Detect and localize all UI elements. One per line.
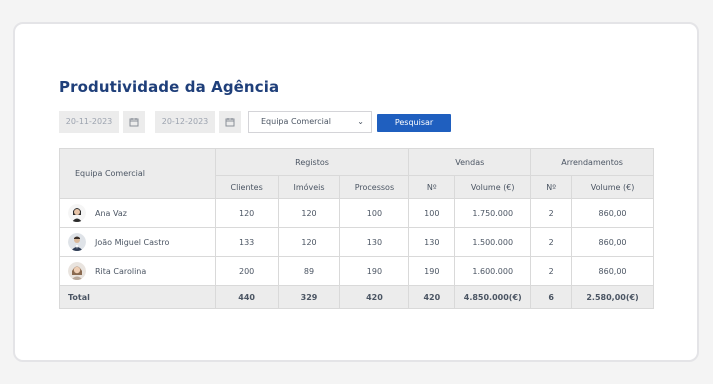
- cell: 2: [530, 256, 573, 286]
- cell: 1.500.000: [454, 227, 532, 257]
- cell: 860,00: [571, 256, 654, 286]
- cell: 2: [530, 198, 573, 228]
- total-cell: 329: [277, 285, 341, 309]
- group-header-vendas: Vendas: [408, 148, 532, 176]
- group-header-arrendamentos: Arrendamentos: [530, 148, 654, 176]
- date-from-field[interactable]: 20-11-2023: [59, 111, 119, 133]
- cell: 89: [277, 256, 341, 286]
- total-cell: 4.850.000(€): [454, 285, 532, 309]
- cell: 133: [214, 227, 279, 257]
- search-button[interactable]: Pesquisar: [377, 114, 451, 132]
- cell: 1.600.000: [454, 256, 532, 286]
- cell: 120: [277, 227, 341, 257]
- productivity-table: Equipa Comercial Registos Vendas Arrenda…: [59, 148, 654, 309]
- team-select-value: Equipa Comercial: [261, 117, 332, 126]
- total-cell: 420: [339, 285, 410, 309]
- member-cell: Rita Carolina: [59, 256, 216, 286]
- member-cell: João Miguel Castro: [59, 227, 216, 257]
- cell: 190: [408, 256, 456, 286]
- total-cell: 440: [214, 285, 279, 309]
- cell: 120: [277, 198, 341, 228]
- cell: 860,00: [571, 198, 654, 228]
- cell: 190: [339, 256, 410, 286]
- subheader-imoveis: Imóveis: [277, 175, 341, 199]
- avatar: [68, 262, 86, 280]
- cell: 130: [339, 227, 410, 257]
- calendar-icon[interactable]: [219, 111, 241, 133]
- page-title: Produtividade da Agência: [59, 78, 280, 96]
- member-cell: Ana Vaz: [59, 198, 216, 228]
- chevron-down-icon: ⌄: [357, 117, 364, 126]
- table-row: Rita Carolina 200 89 190 190 1.600.000 2…: [59, 256, 654, 286]
- date-to-field[interactable]: 20-12-2023: [155, 111, 215, 133]
- table-row: João Miguel Castro 133 120 130 130 1.500…: [59, 227, 654, 257]
- total-cell: 420: [408, 285, 456, 309]
- cell: 100: [339, 198, 410, 228]
- cell: 860,00: [571, 227, 654, 257]
- total-cell: 6: [530, 285, 573, 309]
- total-label: Total: [59, 285, 216, 309]
- member-name: João Miguel Castro: [95, 237, 170, 247]
- cell: 200: [214, 256, 279, 286]
- col-team-header: Equipa Comercial: [59, 148, 216, 199]
- subheader-arrend-num: Nº: [530, 175, 573, 199]
- avatar: [68, 233, 86, 251]
- member-name: Rita Carolina: [95, 266, 147, 276]
- team-select[interactable]: Equipa Comercial ⌄: [248, 111, 372, 133]
- cell: 130: [408, 227, 456, 257]
- cell: 120: [214, 198, 279, 228]
- calendar-icon[interactable]: [123, 111, 145, 133]
- total-cell: 2.580,00(€): [571, 285, 654, 309]
- cell: 1.750.000: [454, 198, 532, 228]
- subheader-arrend-volume: Volume (€): [571, 175, 654, 199]
- avatar: [68, 204, 86, 222]
- cell: 100: [408, 198, 456, 228]
- cell: 2: [530, 227, 573, 257]
- total-row: Total 440 329 420 420 4.850.000(€) 6 2.5…: [59, 285, 654, 309]
- table-row: Ana Vaz 120 120 100 100 1.750.000 2 860,…: [59, 198, 654, 228]
- subheader-processos: Processos: [339, 175, 410, 199]
- subheader-clientes: Clientes: [214, 175, 279, 199]
- subheader-vendas-num: Nº: [408, 175, 456, 199]
- member-name: Ana Vaz: [95, 208, 127, 218]
- subheader-vendas-volume: Volume (€): [454, 175, 532, 199]
- group-header-registos: Registos: [214, 148, 410, 176]
